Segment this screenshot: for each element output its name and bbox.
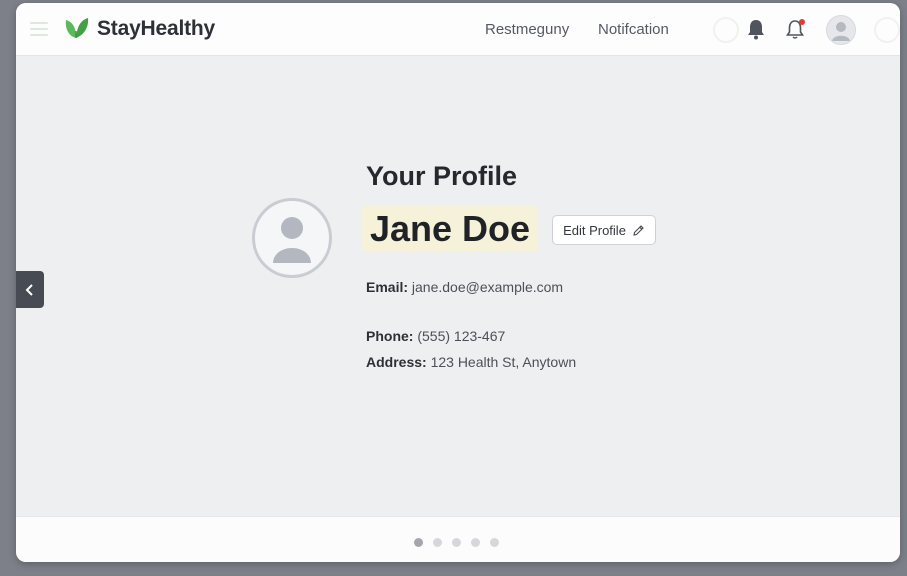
page-title: Your Profile — [366, 161, 518, 191]
profile-content: Your Profile Jane Doe Edit Profile Email… — [16, 56, 900, 516]
address-label: Address: — [366, 354, 427, 370]
name-highlight: Jane Doe — [362, 206, 539, 252]
phone-label: Phone: — [366, 328, 414, 344]
footer-bar — [16, 516, 900, 562]
email-value: jane.doe@example.com — [411, 279, 564, 295]
edit-profile-button[interactable]: Edit Profile — [552, 215, 656, 245]
bell-notification-icon[interactable] — [785, 18, 807, 40]
email-label: Email: — [366, 279, 409, 295]
leaf-logo-icon — [65, 18, 89, 38]
profile-avatar — [252, 198, 332, 278]
user-avatar-icon[interactable] — [826, 15, 856, 45]
pagination-dot-5[interactable] — [490, 538, 499, 547]
email-row: Email: jane.doe@example.com — [366, 279, 563, 295]
phone-row: Phone: (555) 123-467 — [366, 328, 505, 344]
pencil-icon — [633, 224, 644, 236]
faded-circle-icon — [874, 17, 900, 43]
previous-button[interactable] — [16, 271, 44, 308]
pagination-dot-1[interactable] — [414, 538, 423, 547]
chevron-left-icon — [25, 283, 33, 296]
faded-circle-icon — [713, 17, 739, 43]
edit-profile-label: Edit Profile — [563, 222, 626, 238]
bell-icon[interactable] — [746, 18, 766, 40]
phone-value: (555) 123-467 — [417, 328, 506, 344]
nav-link-notification[interactable]: Notifcation — [598, 21, 669, 38]
nav-link-restmeguny[interactable]: Restmeguny — [485, 21, 569, 38]
menu-icon[interactable] — [30, 18, 48, 40]
brand-name[interactable]: StayHealthy — [97, 17, 215, 41]
top-navigation-bar: StayHealthy Restmeguny Notifcation — [16, 3, 900, 56]
address-value: 123 Health St, Anytown — [430, 354, 577, 370]
pagination-dot-3[interactable] — [452, 538, 461, 547]
profile-name: Jane Doe — [370, 208, 531, 249]
pagination-dot-2[interactable] — [433, 538, 442, 547]
pagination-dot-4[interactable] — [471, 538, 480, 547]
address-row: Address: 123 Health St, Anytown — [366, 354, 576, 370]
pagination-dots — [414, 538, 499, 547]
app-window: StayHealthy Restmeguny Notifcation Your … — [16, 3, 900, 562]
